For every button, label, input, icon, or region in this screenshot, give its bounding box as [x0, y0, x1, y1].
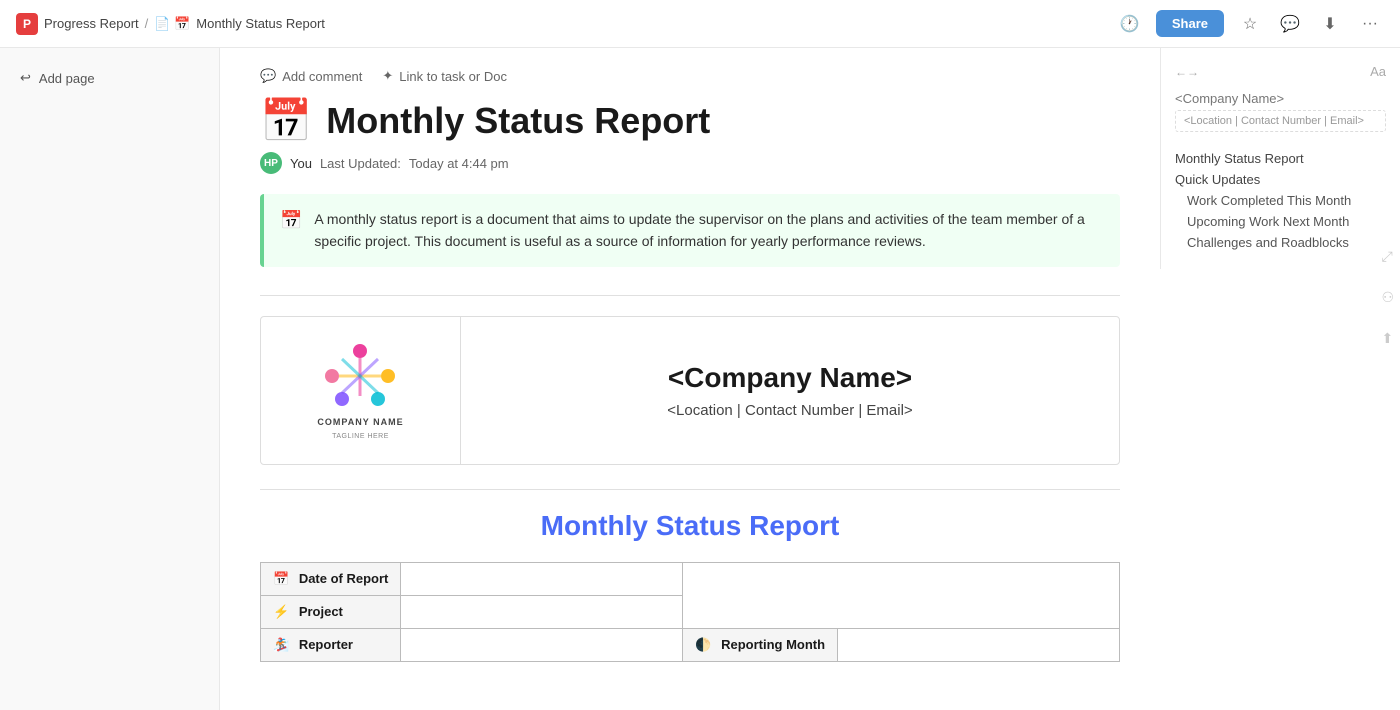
logo-tagline: TAGLINE HERE: [332, 433, 389, 440]
link-button[interactable]: ✦ Link to task or Doc: [382, 68, 507, 84]
comment-icon: 💬: [260, 68, 276, 84]
history-icon[interactable]: 🕐: [1116, 10, 1144, 38]
collapse-label: ←→: [1175, 65, 1199, 79]
moon-icon: 🌓: [695, 637, 711, 652]
lightning-icon: ⚡: [273, 604, 289, 619]
table-row: 🏂 Reporter 🌓 Reporting Month: [261, 628, 1120, 661]
sidebar-nav-quick-updates[interactable]: Quick Updates: [1175, 169, 1386, 190]
company-block: COMPANY NAME TAGLINE HERE <Company Name>…: [260, 316, 1120, 465]
project-label: ⚡ Project: [261, 595, 401, 628]
right-sidebar-wrapper: ←→ Aa <Company Name> <Location | Contact…: [1160, 48, 1400, 710]
calendar-cell-icon: 📅: [273, 571, 289, 586]
right-sidebar-header: ←→ Aa: [1175, 64, 1386, 79]
report-table: 📅 Date of Report ⚡ Project 🏂 Reporte: [260, 562, 1120, 662]
doc-title-row: 📅 Monthly Status Report: [260, 100, 1120, 142]
share-button[interactable]: Share: [1156, 10, 1224, 37]
callout-text: A monthly status report is a document th…: [314, 208, 1104, 253]
add-page-label: Add page: [39, 71, 95, 86]
project-value[interactable]: [401, 595, 683, 628]
reporter-value[interactable]: [401, 628, 683, 661]
title-icon: 📅: [260, 100, 312, 142]
chat-icon[interactable]: 💬: [1276, 10, 1304, 38]
company-logo-cell: COMPANY NAME TAGLINE HERE: [261, 317, 461, 464]
link-label: Link to task or Doc: [399, 69, 507, 84]
company-logo: COMPANY NAME TAGLINE HERE: [317, 341, 403, 440]
topbar-actions: 🕐 Share ☆ 💬 ⬇ ···: [1116, 10, 1384, 38]
share-icon[interactable]: ⬆: [1381, 330, 1394, 347]
sidebar-company-name[interactable]: <Company Name>: [1175, 91, 1386, 106]
divider-1: [260, 295, 1120, 296]
breadcrumb-app[interactable]: Progress Report: [44, 16, 139, 31]
company-contact-display[interactable]: <Location | Contact Number | Email>: [667, 402, 912, 419]
main-layout: ↩ Add page 💬 Add comment ✦ Link to task …: [0, 48, 1400, 710]
company-name-display[interactable]: <Company Name>: [668, 362, 912, 394]
add-page-icon: ↩: [20, 70, 31, 86]
link-icon: ✦: [382, 68, 393, 84]
sidebar-icons-col: ⤢ ⚇ ⬆: [1381, 248, 1394, 347]
logo-svg: [320, 341, 400, 411]
action-bar: 💬 Add comment ✦ Link to task or Doc: [260, 68, 1120, 84]
users-icon[interactable]: ⚇: [1381, 289, 1394, 306]
breadcrumb: P Progress Report / 📄 📅 Monthly Status R…: [16, 13, 1116, 35]
sidebar-nav-work-completed[interactable]: Work Completed This Month: [1175, 190, 1386, 211]
date-of-report-value[interactable]: [401, 562, 683, 595]
doc-icon: 📄 📅: [154, 16, 190, 32]
breadcrumb-separator: /: [145, 16, 149, 31]
expand-icon[interactable]: ⤢: [1381, 248, 1394, 265]
divider-2: [260, 489, 1120, 490]
app-icon: P: [16, 13, 38, 35]
last-updated-value: Today at 4:44 pm: [409, 156, 509, 171]
section-title: Monthly Status Report: [260, 510, 1120, 542]
avatar: HP: [260, 152, 282, 174]
star-icon[interactable]: ☆: [1236, 10, 1264, 38]
date-of-report-label: 📅 Date of Report: [261, 562, 401, 595]
logo-company-name: COMPANY NAME: [317, 417, 403, 427]
topbar: P Progress Report / 📄 📅 Monthly Status R…: [0, 0, 1400, 48]
reporter-label: 🏂 Reporter: [261, 628, 401, 661]
add-comment-button[interactable]: 💬 Add comment: [260, 68, 362, 84]
company-info-cell: <Company Name> <Location | Contact Numbe…: [461, 317, 1119, 464]
sidebar-nav-monthly-status[interactable]: Monthly Status Report: [1175, 148, 1386, 169]
table-row: 📅 Date of Report: [261, 562, 1120, 595]
sidebar-nav-challenges[interactable]: Challenges and Roadblocks: [1175, 232, 1386, 253]
person-icon: 🏂: [273, 637, 289, 652]
add-comment-label: Add comment: [282, 69, 362, 84]
sidebar-nav-upcoming-work[interactable]: Upcoming Work Next Month: [1175, 211, 1386, 232]
download-icon[interactable]: ⬇: [1316, 10, 1344, 38]
font-size-icon[interactable]: Aa: [1370, 64, 1386, 79]
table-row: ⚡ Project: [261, 595, 1120, 628]
document-title[interactable]: Monthly Status Report: [326, 100, 710, 142]
callout-icon: 📅: [280, 210, 302, 231]
content-area: 💬 Add comment ✦ Link to task or Doc 📅 Mo…: [220, 48, 1160, 710]
right-sidebar: ←→ Aa <Company Name> <Location | Contact…: [1160, 48, 1400, 269]
reporting-month-label: 🌓 Reporting Month: [683, 628, 838, 661]
more-icon[interactable]: ···: [1356, 10, 1384, 38]
reporting-month-value[interactable]: [838, 628, 1120, 661]
author-name: You: [290, 156, 312, 171]
left-sidebar: ↩ Add page: [0, 48, 220, 710]
sidebar-contact: <Location | Contact Number | Email>: [1175, 110, 1386, 132]
callout-box: 📅 A monthly status report is a document …: [260, 194, 1120, 267]
breadcrumb-doc[interactable]: Monthly Status Report: [196, 16, 325, 31]
last-updated-label: Last Updated:: [320, 156, 401, 171]
meta-row: HP You Last Updated: Today at 4:44 pm: [260, 152, 1120, 174]
add-page-button[interactable]: ↩ Add page: [12, 64, 207, 92]
